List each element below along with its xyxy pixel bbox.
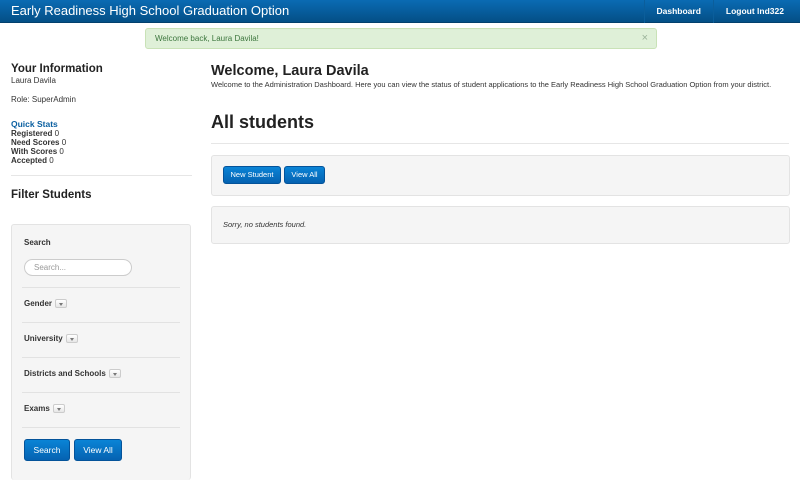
nav-links: Dashboard Logout lnd322 (643, 0, 800, 23)
chevron-down-icon[interactable] (52, 404, 65, 414)
gender-label: Gender (24, 299, 53, 308)
top-navbar: Early Readiness High School Graduation O… (0, 0, 800, 23)
nav-dashboard-link[interactable]: Dashboard (643, 0, 713, 23)
filter-separator (22, 392, 180, 393)
chevron-down-icon[interactable] (65, 334, 78, 344)
chevron-down-icon[interactable] (108, 369, 121, 379)
welcome-alert: Welcome back, Laura Davila! × (145, 28, 657, 49)
new-student-button[interactable]: New Student (223, 166, 281, 184)
filter-separator (22, 322, 180, 323)
districts-filter[interactable]: Districts and Schools (24, 369, 121, 379)
search-button[interactable]: Search (24, 439, 70, 461)
filter-separator (22, 427, 180, 428)
view-all-button[interactable]: View All (284, 166, 325, 184)
filter-students-heading: Filter Students (11, 189, 92, 201)
intro-text: Welcome to the Administration Dashboard.… (211, 80, 772, 89)
quick-stats-heading: Quick Stats (11, 119, 58, 129)
exams-label: Exams (24, 404, 50, 413)
main-content: Welcome, Laura Davila Welcome to the Adm… (211, 63, 789, 90)
sidebar: Your Information Laura Davila Role: Supe… (11, 63, 192, 201)
filter-panel: Search Gender University Districts and S… (11, 224, 191, 480)
app-brand[interactable]: Early Readiness High School Graduation O… (11, 3, 289, 18)
view-all-filter-button[interactable]: View All (74, 439, 122, 461)
welcome-heading: Welcome, Laura Davila (211, 63, 369, 79)
close-icon[interactable]: × (642, 29, 648, 48)
main-divider (211, 143, 789, 144)
exams-filter[interactable]: Exams (24, 404, 65, 414)
user-name: Laura Davila (11, 76, 56, 85)
university-filter[interactable]: University (24, 334, 78, 344)
user-role: Role: SuperAdmin (11, 95, 76, 104)
filter-separator (22, 287, 180, 288)
search-input[interactable] (24, 259, 132, 276)
page-title: All students (211, 112, 315, 132)
search-label: Search (24, 238, 51, 247)
gender-filter[interactable]: Gender (24, 299, 68, 309)
stat-need-scores: Need Scores 0 (11, 138, 67, 147)
stat-registered: Registered 0 (11, 129, 60, 138)
stat-with-scores: With Scores 0 (11, 147, 64, 156)
empty-message: Sorry, no students found. (223, 220, 307, 229)
chevron-down-icon[interactable] (55, 299, 68, 309)
nav-logout-link[interactable]: Logout lnd322 (712, 0, 800, 23)
sidebar-divider (11, 175, 192, 176)
students-panel: Sorry, no students found. (211, 206, 790, 244)
your-information-heading: Your Information (11, 63, 103, 75)
actions-panel: New Student View All (211, 155, 790, 196)
districts-label: Districts and Schools (24, 369, 106, 378)
university-label: University (24, 334, 63, 343)
filter-separator (22, 357, 180, 358)
stat-accepted: Accepted 0 (11, 156, 54, 165)
alert-message: Welcome back, Laura Davila! (155, 34, 259, 43)
